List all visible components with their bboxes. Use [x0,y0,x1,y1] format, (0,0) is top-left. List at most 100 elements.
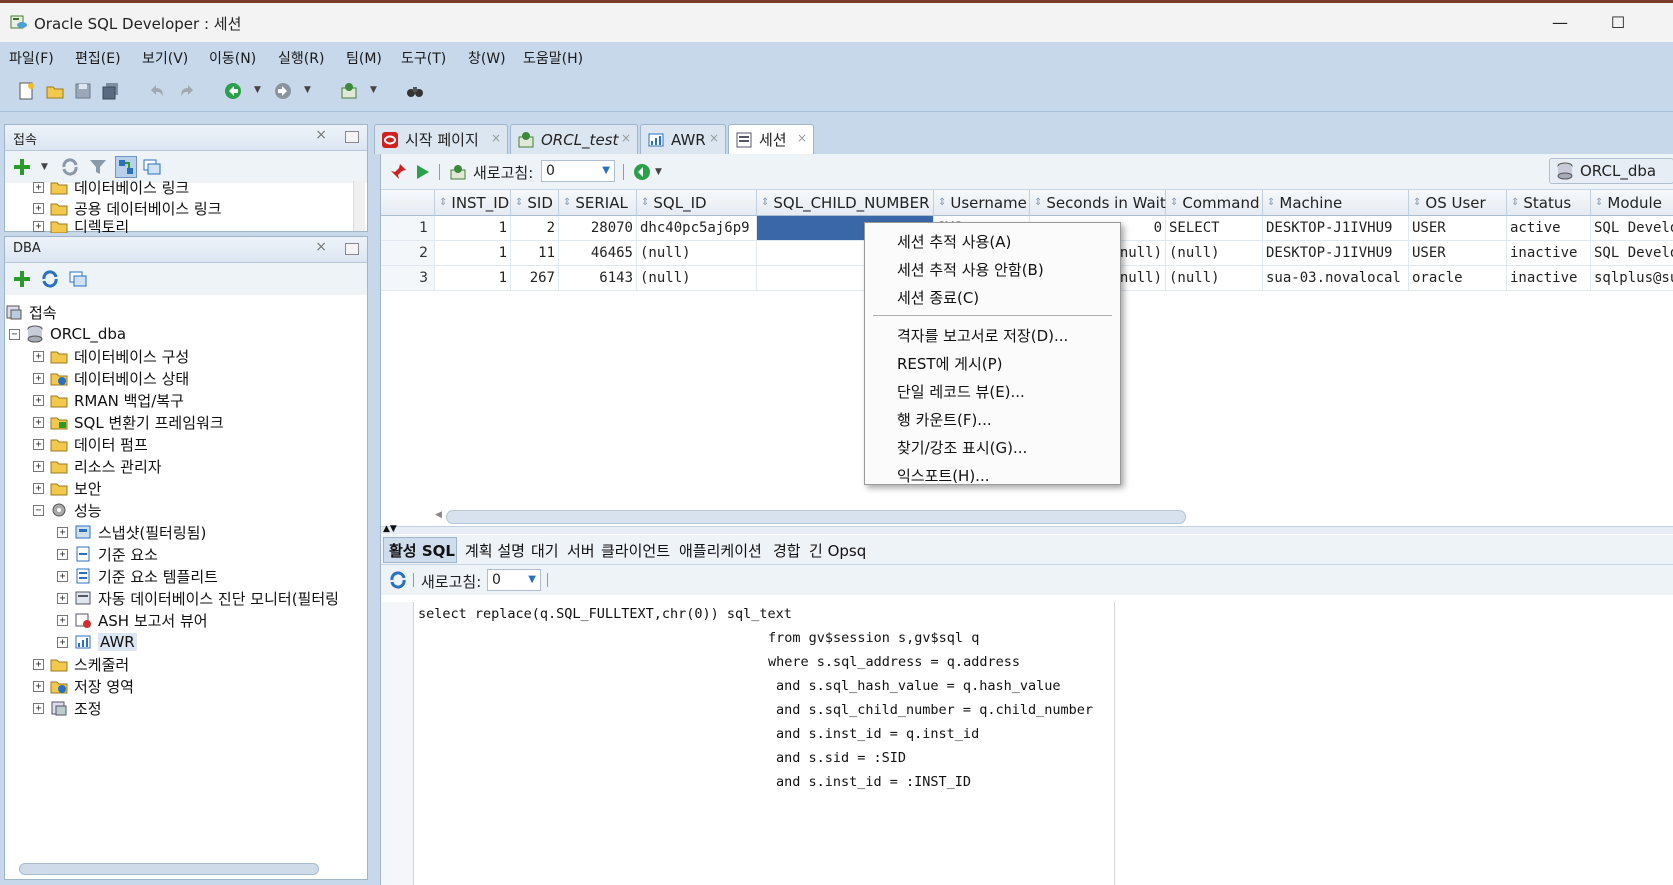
add-dropdown-icon[interactable]: ▼ [41,163,49,172]
refresh-icon[interactable] [387,569,409,591]
menu-navigate[interactable]: 이동(N) [209,48,256,68]
menu-item-single-record-view[interactable]: 단일 레코드 뷰(E)... [897,381,1025,402]
tree-node-ash-viewer[interactable]: + ASH 보고서 뷰어 [57,609,208,631]
tree-node-rman[interactable]: + RMAN 백업/복구 [33,389,184,411]
add-connection-icon[interactable] [11,268,33,290]
cell-machine[interactable]: sua-03.novalocal [1263,266,1409,291]
column-header-status[interactable]: ⇕ Status [1507,190,1591,216]
sql-text-area[interactable]: select replace(q.SQL_FULLTEXT,chr(0)) sq… [413,602,1673,885]
refresh-connection-icon[interactable] [447,161,469,183]
close-icon[interactable]: × [315,239,327,255]
tree-node-db-links[interactable]: + 데이터베이스 링크 [33,177,189,197]
column-header-inst-id[interactable]: ⇕ INST_ID [435,190,511,216]
tree-node-db-status[interactable]: + 데이터베이스 상태 [33,367,189,389]
expand-icon[interactable]: + [33,680,44,692]
row-number[interactable]: 2 [381,241,435,266]
binoculars-icon[interactable] [404,80,426,102]
tab-awr[interactable]: AWR × [640,124,726,154]
navigate-dropdown-icon[interactable]: ▼ [655,168,663,177]
menu-item-save-grid-as-report[interactable]: 격자를 보고서로 저장(D)... [897,325,1068,346]
sql-worksheet-dropdown-icon[interactable]: ▼ [370,86,378,95]
tree-node-baseline-templates[interactable]: + 기준 요소 템플리트 [57,565,218,587]
expand-icon[interactable]: + [33,220,44,232]
subtab-active-sql[interactable]: 활성 SQL [389,540,455,561]
cell-os-user[interactable]: USER [1409,241,1507,266]
expand-icon[interactable]: + [57,570,68,582]
expand-icon[interactable]: + [57,614,68,626]
cell-sid[interactable]: 11 [511,241,559,266]
cell-sql-id[interactable]: (null) [637,241,757,266]
refresh-icon[interactable] [39,268,61,290]
cell-inst-id[interactable]: 1 [435,216,511,241]
tab-orcl-test[interactable]: ORCL_test × [510,124,638,154]
cell-sql-id[interactable]: dhc40pc5aj6p9 [637,216,757,241]
collapse-icon[interactable] [67,268,89,290]
cell-command[interactable]: SELECT [1166,216,1263,241]
close-icon[interactable]: × [709,131,719,145]
column-header-username[interactable]: ⇕ Username [934,190,1030,216]
expand-icon[interactable]: + [33,202,44,214]
expand-icon[interactable]: + [33,394,44,406]
tree-node-tuning[interactable]: + 조정 [33,697,102,719]
cell-inst-id[interactable]: 1 [435,266,511,291]
tree-node-baselines[interactable]: + 기준 요소 [57,543,158,565]
pin-icon[interactable] [387,161,409,183]
column-header-module[interactable]: ⇕ Module [1591,190,1673,216]
minimize-panel-icon[interactable] [345,131,359,143]
splitter-arrows-icon[interactable]: ▲▼ [383,524,397,534]
save-all-icon[interactable] [100,80,122,102]
detail-refresh-select[interactable]: 0 ▼ [487,569,541,591]
cell-command[interactable]: (null) [1166,266,1263,291]
column-header-command[interactable]: ⇕ Command [1166,190,1263,216]
column-header-serial[interactable]: ⇕ SERIAL [559,190,637,216]
pane-splitter[interactable]: ▲▼ [381,524,1673,534]
expand-icon[interactable]: + [33,460,44,472]
tree-node-sql-translator[interactable]: + SQL 변환기 프레임워크 [33,411,224,433]
subtab-contention[interactable]: 경합 [773,540,801,561]
tree-node-resource-manager[interactable]: + 리소스 관리자 [33,455,162,477]
tree-node-data-pump[interactable]: + 데이터 펌프 [33,433,148,455]
tree-node-storage[interactable]: + 저장 영역 [33,675,134,697]
save-icon[interactable] [72,80,94,102]
menu-item-enable-session-trace[interactable]: 세션 추적 사용(A) [897,231,1011,252]
expand-icon[interactable]: + [33,181,44,193]
tab-session[interactable]: 세션 × [728,124,814,154]
row-number[interactable]: 3 [381,266,435,291]
subtab-client[interactable]: 클라이언트 [601,540,670,561]
menu-window[interactable]: 창(W) [468,48,506,68]
cell-serial[interactable]: 6143 [559,266,637,291]
expand-icon[interactable]: + [33,416,44,428]
schema-browser-icon[interactable] [115,156,137,178]
tree-node-awr[interactable]: + AWR [57,631,137,653]
cell-sid[interactable]: 267 [511,266,559,291]
vertical-scrollbar[interactable] [353,181,365,231]
expand-icon[interactable]: + [33,482,44,494]
back-dropdown-icon[interactable]: ▼ [254,86,262,95]
tree-node-snapshots[interactable]: + 스냅샷(필터링됨) [57,521,206,543]
open-folder-icon[interactable] [44,80,66,102]
subtab-waits[interactable]: 대기 [531,540,559,561]
cell-sql-id[interactable]: (null) [637,266,757,291]
column-header-seconds-in-wait[interactable]: ⇕ Seconds in Wait [1030,190,1166,216]
expand-icon[interactable]: + [33,372,44,384]
tree-root-connections[interactable]: 접속 [5,301,57,323]
close-icon[interactable]: × [621,131,631,145]
cell-status[interactable]: inactive [1507,241,1591,266]
cell-status[interactable]: active [1507,216,1591,241]
menu-item-export[interactable]: 익스포트(H)... [897,465,990,486]
cell-serial[interactable]: 46465 [559,241,637,266]
forward-icon[interactable] [272,80,294,102]
expand-icon[interactable]: + [33,350,44,362]
tree-node-db-config[interactable]: + 데이터베이스 구성 [33,345,189,367]
close-icon[interactable]: × [491,131,501,145]
expand-icon[interactable]: + [57,526,68,538]
refresh-interval-select[interactable]: 0 ▼ [541,160,615,182]
expand-icon[interactable]: + [33,702,44,714]
back-icon[interactable] [222,80,244,102]
horizontal-scrollbar[interactable] [19,863,319,875]
expand-icon[interactable]: + [57,636,68,648]
menu-help[interactable]: 도움말(H) [523,48,583,68]
tree-node-scheduler[interactable]: + 스케줄러 [33,653,129,675]
menu-item-disable-session-trace[interactable]: 세션 추적 사용 안함(B) [897,259,1044,280]
expand-icon[interactable]: + [33,438,44,450]
